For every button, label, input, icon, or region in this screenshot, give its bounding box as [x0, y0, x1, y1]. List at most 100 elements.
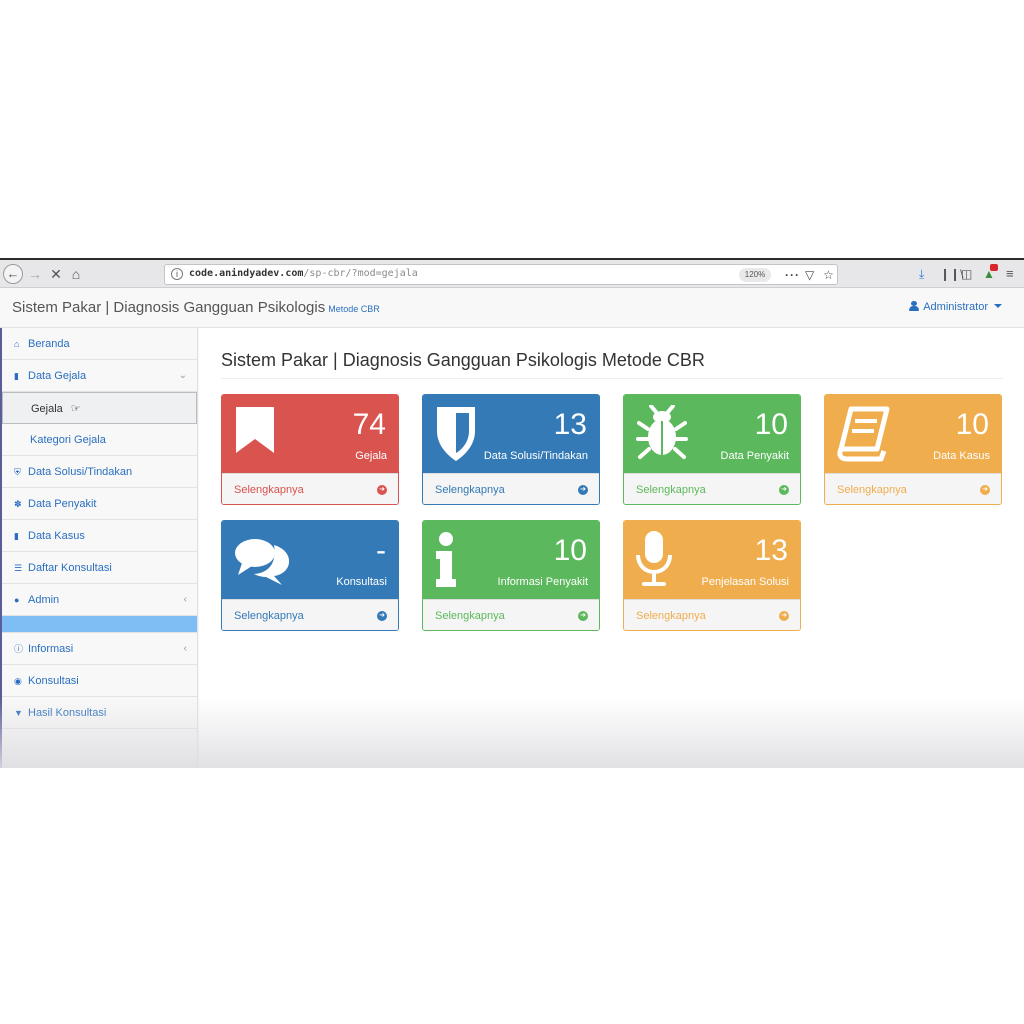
sidebar-item-kategori-gejala[interactable]: Kategori Gejala — [2, 424, 197, 456]
caret-down-icon — [994, 304, 1002, 308]
card-details-link[interactable]: Selengkapnya ➜ — [825, 473, 1001, 504]
address-bar[interactable]: i code.anindyadev.com/sp-cbr/?mod=gejala… — [164, 264, 838, 285]
info-icon[interactable]: i — [171, 268, 183, 280]
card-value: - — [376, 534, 386, 567]
download-icon[interactable]: ⤓ — [919, 266, 924, 282]
card-label: Informasi Penyakit — [497, 576, 588, 588]
more-icon[interactable]: ··· — [785, 267, 800, 283]
bug-icon: ✽ — [14, 499, 22, 509]
sidebar-item-label: Beranda — [28, 338, 70, 350]
card-link-label: Selengkapnya — [435, 610, 505, 622]
stat-card-informasi-penyakit: 10 Informasi Penyakit Selengkapnya ➜ — [422, 520, 600, 631]
sidebar-item-label: Daftar Konsultasi — [28, 562, 112, 574]
user-circle-icon: ● — [14, 595, 20, 605]
card-value: 13 — [553, 408, 587, 441]
home-icon: ⌂ — [14, 339, 20, 349]
card-details-link[interactable]: Selengkapnya ➜ — [222, 473, 398, 504]
sidebar-item-label: Informasi — [28, 643, 74, 655]
sidebar-item-beranda[interactable]: ⌂ Beranda — [2, 328, 197, 360]
sidebar-item-data-solusi[interactable]: ⛨ Data Solusi/Tindakan — [2, 456, 197, 488]
sidebar-item-admin[interactable]: ● Admin ‹ — [2, 584, 197, 616]
card-link-label: Selengkapnya — [234, 610, 304, 622]
card-label: Konsultasi — [336, 576, 387, 588]
arrow-circle-right-icon: ➜ — [980, 485, 990, 495]
sidebar-item-daftar-konsultasi[interactable]: ☰ Daftar Konsultasi — [2, 552, 197, 584]
sidebar-item-data-penyakit[interactable]: ✽ Data Penyakit — [2, 488, 197, 520]
shield-icon — [437, 407, 475, 461]
sidebar-item-label: Data Penyakit — [28, 498, 97, 510]
user-menu[interactable]: Administrator — [909, 301, 1002, 313]
sidebar: ⌂ Beranda ▮ Data Gejala ⌄ Gejala ☞ Kategori… — [0, 328, 198, 768]
card-header: 10 Data Penyakit — [624, 395, 800, 473]
browser-toolbar: ← → ✕ ⌂ i code.anindyadev.com/sp-cbr/?mo… — [0, 258, 1024, 288]
user-icon — [909, 301, 920, 311]
arrow-circle-right-icon: ➜ — [779, 611, 789, 621]
card-details-link[interactable]: Selengkapnya ➜ — [624, 599, 800, 630]
card-details-link[interactable]: Selengkapnya ➜ — [423, 473, 599, 504]
card-label: Penjelasan Solusi — [701, 576, 789, 588]
card-link-label: Selengkapnya — [837, 484, 907, 496]
sidebar-item-label: Data Kasus — [28, 530, 85, 542]
pocket-icon[interactable]: ▽ — [805, 267, 814, 283]
sidebar-item-hasil-konsultasi[interactable]: ▼ Hasil Konsultasi — [2, 697, 197, 729]
home-icon[interactable]: ⌂ — [68, 264, 84, 284]
url-text: code.anindyadev.com/sp-cbr/?mod=gejala — [189, 268, 418, 279]
card-header: 10 Informasi Penyakit — [423, 521, 599, 599]
card-label: Data Solusi/Tindakan — [483, 450, 588, 462]
url-host: code.anindyadev.com — [189, 268, 304, 279]
app-navbar: Sistem Pakar | Diagnosis Gangguan Psikol… — [0, 288, 1024, 328]
user-name: Administrator — [923, 301, 988, 313]
card-link-label: Selengkapnya — [636, 610, 706, 622]
sidebar-item-data-gejala[interactable]: ▮ Data Gejala ⌄ — [2, 360, 197, 392]
card-value: 13 — [754, 534, 788, 567]
glass-icon: ▼ — [14, 708, 23, 718]
sidebar-item-gejala[interactable]: Gejala ☞ — [2, 392, 197, 424]
stat-card-data-solusi: 13 Data Solusi/Tindakan Selengkapnya ➜ — [422, 394, 600, 505]
screen-frame: ← → ✕ ⌂ i code.anindyadev.com/sp-cbr/?mo… — [0, 258, 1024, 768]
book-icon — [837, 406, 890, 462]
microphone-icon — [636, 531, 672, 586]
hamburger-menu-icon[interactable]: ≡ — [1006, 266, 1014, 282]
sidebar-item-label: Hasil Konsultasi — [28, 707, 107, 719]
chevron-left-icon: ‹ — [183, 594, 187, 605]
sidebar-item-label: Data Gejala — [28, 370, 87, 382]
forward-icon[interactable]: → — [27, 264, 43, 284]
hand-cursor-icon: ☞ — [70, 403, 81, 415]
library-icon[interactable]: ❙❙\ — [940, 266, 963, 282]
title-divider — [221, 378, 1003, 379]
brand-link[interactable]: Sistem Pakar | Diagnosis Gangguan Psikol… — [12, 299, 380, 316]
url-path: /sp-cbr/?mod=gejala — [303, 268, 418, 279]
star-icon[interactable]: ☆ — [823, 267, 834, 283]
stat-card-data-penyakit: 10 Data Penyakit Selengkapnya ➜ — [623, 394, 801, 505]
info-icon: ⓘ — [14, 644, 24, 654]
chevron-down-icon: ⌄ — [178, 370, 187, 381]
brand-subtitle: Metode CBR — [328, 304, 380, 314]
bug-icon — [636, 405, 688, 459]
stat-card-konsultasi: - Konsultasi Selengkapnya ➜ — [221, 520, 399, 631]
card-value: 10 — [955, 408, 989, 441]
sidebar-item-data-kasus[interactable]: ▮ Data Kasus — [2, 520, 197, 552]
sidebar-item-label: Gejala — [31, 403, 63, 415]
sidebar-item-konsultasi[interactable]: ◉ Konsultasi — [2, 665, 197, 697]
stat-card-data-kasus: 10 Data Kasus Selengkapnya ➜ — [824, 394, 1002, 505]
card-link-label: Selengkapnya — [234, 484, 304, 496]
card-link-label: Selengkapnya — [435, 484, 505, 496]
card-details-link[interactable]: Selengkapnya ➜ — [624, 473, 800, 504]
arrow-circle-right-icon: ➜ — [377, 611, 387, 621]
card-label: Data Kasus — [933, 450, 990, 462]
card-header: - Konsultasi — [222, 521, 398, 599]
card-details-link[interactable]: Selengkapnya ➜ — [423, 599, 599, 630]
close-icon[interactable]: ✕ — [48, 264, 64, 284]
card-header: 10 Data Kasus — [825, 395, 1001, 473]
book-icon: ▮ — [14, 531, 19, 541]
back-icon[interactable]: ← — [3, 264, 23, 284]
card-details-link[interactable]: Selengkapnya ➜ — [222, 599, 398, 630]
sidebar-toggle-icon[interactable]: ◫ — [961, 266, 972, 282]
sidebar-item-informasi[interactable]: ⓘ Informasi ‹ — [2, 633, 197, 665]
shield-icon: ⛨ — [14, 467, 21, 477]
card-value: 74 — [352, 408, 386, 441]
card-value: 10 — [553, 534, 587, 567]
card-link-label: Selengkapnya — [636, 484, 706, 496]
stat-card-gejala: 74 Gejala Selengkapnya ➜ — [221, 394, 399, 505]
zoom-level-badge[interactable]: 120% — [739, 268, 771, 282]
